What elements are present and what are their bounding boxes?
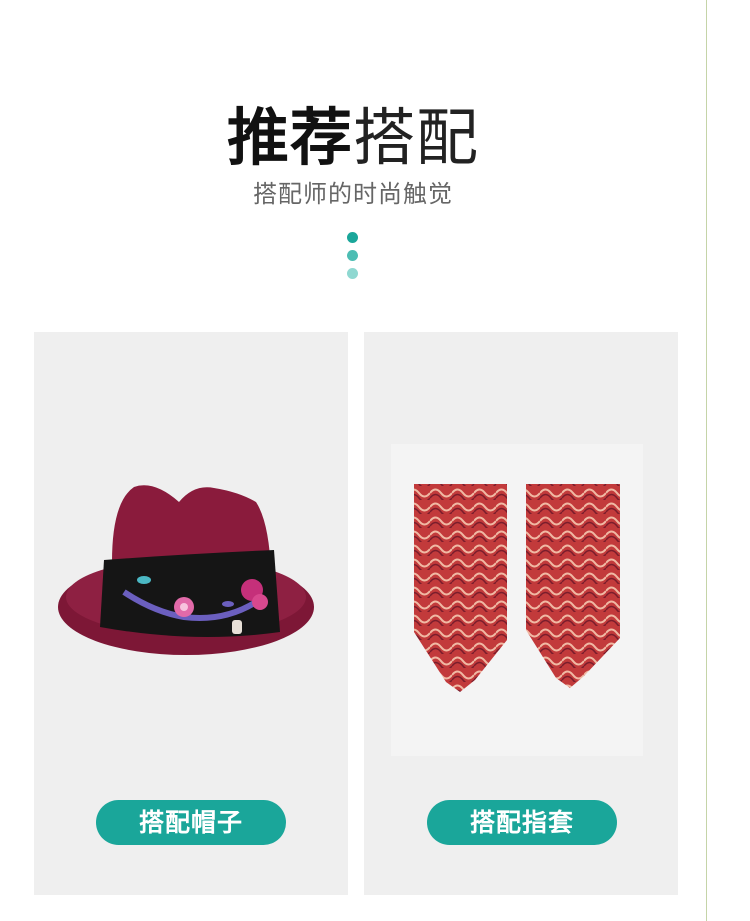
right-divider-line — [706, 0, 707, 921]
hat-flower-1-center — [180, 603, 188, 611]
hat-image — [58, 485, 314, 655]
decorative-dots — [347, 232, 359, 286]
title-light-part: 搭配 — [353, 101, 480, 174]
dot-1 — [347, 232, 358, 243]
hat-tag — [232, 620, 242, 634]
title-bold-part: 推荐 — [226, 101, 353, 174]
page-subtitle: 搭配师的时尚触觉 — [253, 180, 453, 208]
product-card-gloves[interactable]: 搭配指套 — [364, 332, 678, 895]
match-gloves-button[interactable]: 搭配指套 — [427, 800, 617, 845]
page-title: 推荐搭配 — [0, 100, 706, 176]
product-card-hat[interactable]: 搭配帽子 — [34, 332, 348, 895]
match-hat-button[interactable]: 搭配帽子 — [96, 800, 286, 845]
dot-3 — [347, 268, 358, 279]
gloves-image — [391, 444, 643, 756]
dot-2 — [347, 250, 358, 261]
hat-leaf-1 — [137, 576, 151, 584]
hat-flower-2b — [252, 594, 268, 610]
hat-leaf-2 — [222, 601, 234, 607]
